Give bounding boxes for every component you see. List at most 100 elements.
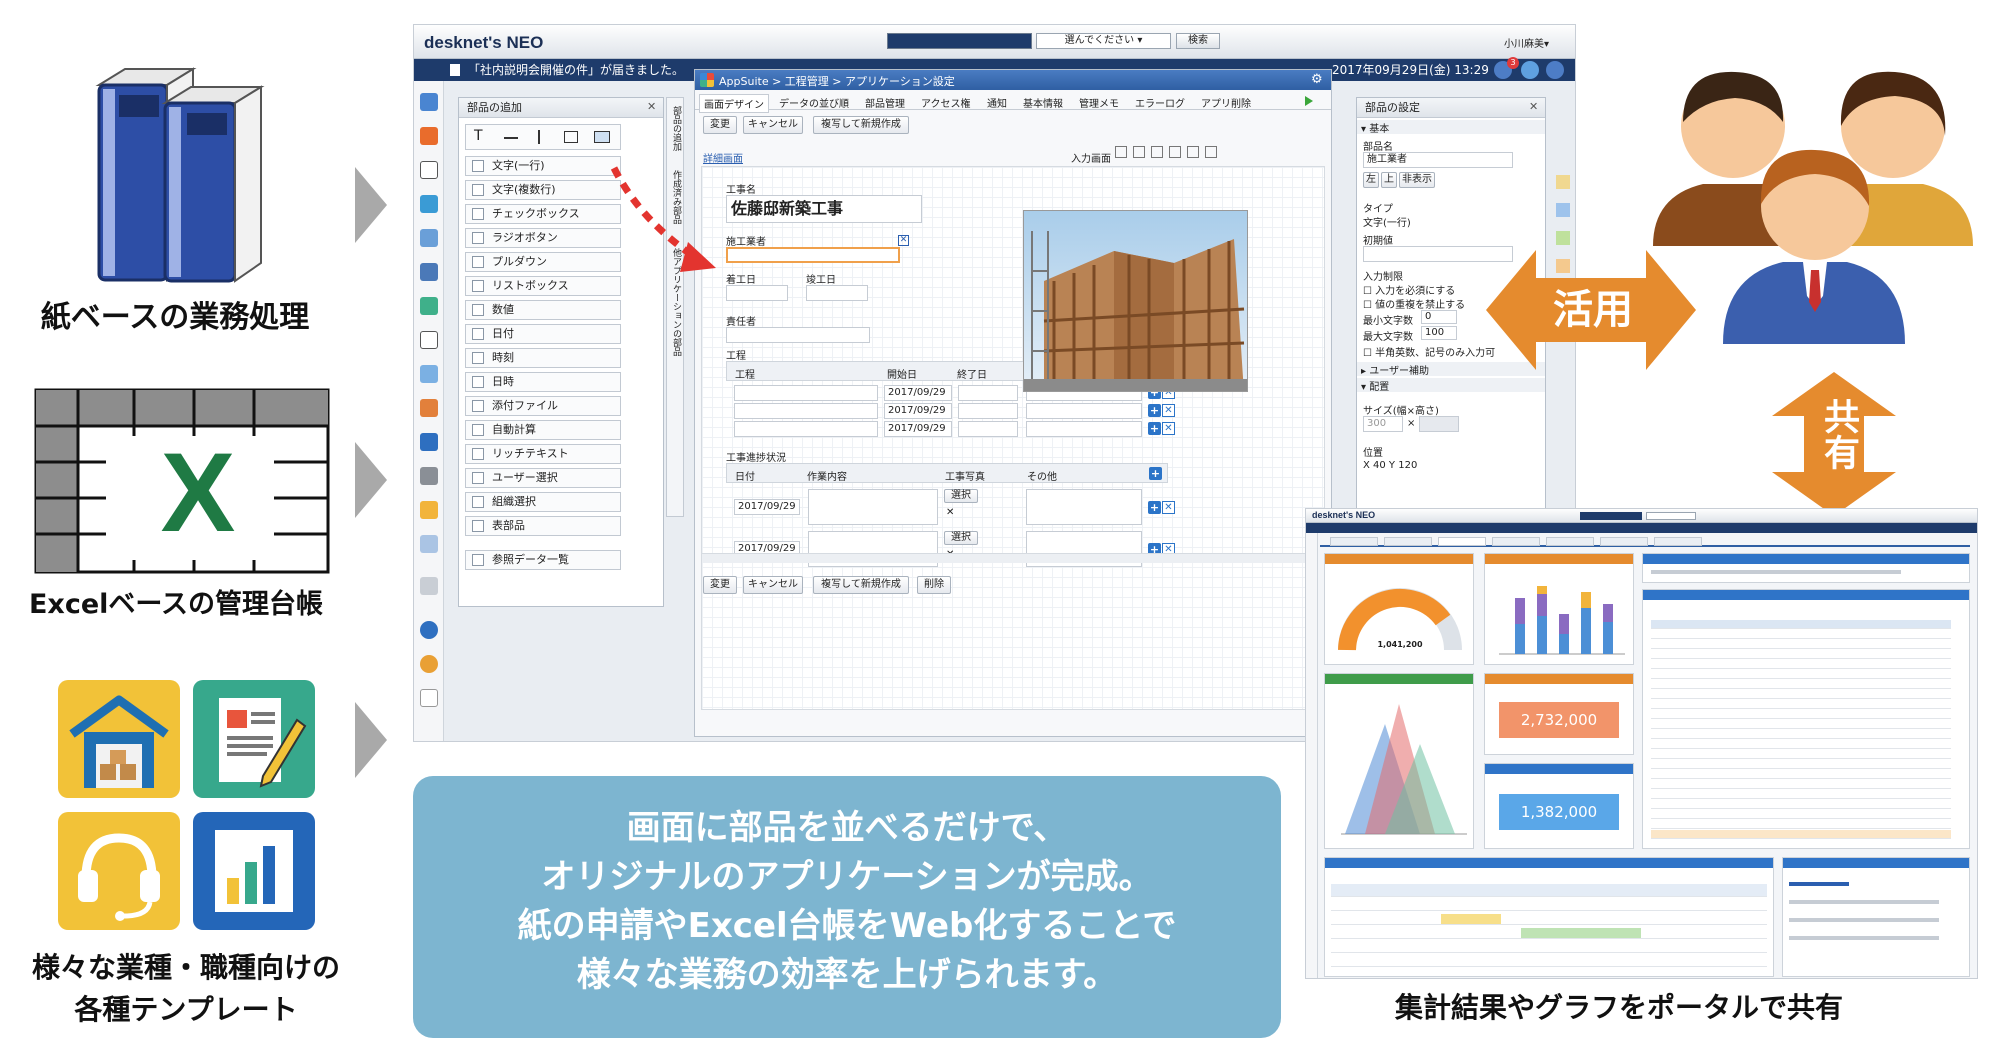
search-select[interactable]: 選んでください ▾ bbox=[1036, 33, 1171, 49]
palette-item[interactable]: 添付ファイル bbox=[465, 396, 621, 416]
delete-button[interactable]: 削除 bbox=[917, 576, 951, 594]
process-end-cell[interactable] bbox=[958, 385, 1018, 401]
hline-tool-icon[interactable] bbox=[504, 137, 518, 139]
manager-field[interactable] bbox=[726, 327, 870, 343]
process-start-cell[interactable]: 2017/09/29 bbox=[884, 421, 952, 437]
portal-tab-3[interactable] bbox=[1438, 537, 1486, 546]
search-button[interactable]: 検索 bbox=[1176, 33, 1220, 49]
portal-search-select[interactable] bbox=[1646, 512, 1696, 520]
props-basic-section[interactable]: ▾ 基本 bbox=[1357, 120, 1545, 135]
change-button-bottom[interactable]: 変更 bbox=[703, 576, 737, 594]
image-tool-icon[interactable] bbox=[594, 131, 610, 143]
placement-section[interactable]: ▾ 配置 bbox=[1357, 378, 1545, 393]
size-width-field[interactable]: 300 bbox=[1363, 416, 1403, 432]
start-date-field[interactable] bbox=[726, 285, 788, 301]
process-start-cell[interactable]: 2017/09/29 bbox=[884, 385, 952, 401]
nav-appsuite-icon[interactable] bbox=[420, 433, 438, 451]
portal-tab-7[interactable] bbox=[1654, 537, 1702, 546]
photo-clear-icon[interactable]: ✕ bbox=[946, 507, 954, 518]
unique-check[interactable]: ☐ 値の重複を禁止する bbox=[1363, 296, 1465, 311]
nav-portal-icon[interactable] bbox=[420, 93, 438, 111]
tab-item[interactable]: アクセス権 bbox=[917, 94, 975, 111]
align-top-button[interactable]: 上 bbox=[1381, 172, 1397, 188]
nav-folder-icon[interactable] bbox=[420, 501, 438, 519]
nav-help-icon[interactable] bbox=[420, 621, 438, 639]
delete-progress-row-icon[interactable]: ✕ bbox=[1162, 501, 1175, 514]
process-end-cell[interactable] bbox=[958, 403, 1018, 419]
nav-calendar-icon[interactable] bbox=[420, 161, 438, 179]
schedule-event[interactable] bbox=[1521, 928, 1641, 938]
palette-item[interactable]: ユーザー選択 bbox=[465, 468, 621, 488]
edge-tab-3[interactable] bbox=[1556, 231, 1570, 245]
palette-item[interactable]: リストボックス bbox=[465, 276, 621, 296]
text-tool-icon[interactable]: T bbox=[474, 128, 483, 144]
process-end-cell[interactable] bbox=[958, 421, 1018, 437]
palette-item[interactable]: 表部品 bbox=[465, 516, 621, 536]
cancel-button-bottom[interactable]: キャンセル bbox=[743, 576, 803, 594]
project-name-field[interactable]: 佐藤邸新築工事 bbox=[726, 195, 922, 223]
portal-search-input[interactable] bbox=[1580, 512, 1642, 520]
nav-manual-icon[interactable] bbox=[420, 689, 438, 707]
portal-tab-5[interactable] bbox=[1546, 537, 1594, 546]
palette-item[interactable]: リッチテキスト bbox=[465, 444, 621, 464]
tab-item[interactable]: アプリ削除 bbox=[1197, 94, 1255, 111]
nav-facility-icon[interactable] bbox=[420, 195, 438, 213]
end-date-field[interactable] bbox=[806, 285, 868, 301]
photo-select-button[interactable]: 選択 bbox=[944, 489, 978, 503]
props-name-field[interactable]: 施工業者 bbox=[1363, 152, 1513, 168]
nav-memo-icon[interactable] bbox=[420, 535, 438, 553]
required-check[interactable]: ☐ 入力を必須にする bbox=[1363, 282, 1455, 297]
process-note-cell[interactable] bbox=[1026, 421, 1142, 437]
copy-new-button[interactable]: 複写して新規作成 bbox=[813, 116, 909, 134]
vline-tool-icon[interactable] bbox=[538, 130, 540, 144]
tab-screen-design[interactable]: 画面デザイン bbox=[699, 94, 769, 113]
palette-item[interactable]: 時刻 bbox=[465, 348, 621, 368]
progress-date-cell[interactable]: 2017/09/29 bbox=[734, 499, 800, 515]
canvas-scrollbar[interactable] bbox=[702, 553, 1324, 563]
align-left-button[interactable]: 左 bbox=[1363, 172, 1379, 188]
layout-tool-4-icon[interactable] bbox=[1169, 146, 1181, 158]
portal-tab-2[interactable] bbox=[1384, 537, 1432, 546]
layout-tool-3-icon[interactable] bbox=[1151, 146, 1163, 158]
progress-other-cell[interactable] bbox=[1026, 489, 1142, 525]
edge-tab-2[interactable] bbox=[1556, 203, 1570, 217]
tab-item[interactable]: データの並び順 bbox=[775, 94, 853, 111]
palette-item[interactable]: 文字(複数行) bbox=[465, 180, 621, 200]
min-length-field[interactable]: 0 bbox=[1421, 310, 1457, 324]
nav-survey-icon[interactable] bbox=[420, 365, 438, 383]
portal-tab-6[interactable] bbox=[1600, 537, 1648, 546]
palette-item[interactable]: 組織選択 bbox=[465, 492, 621, 512]
cancel-button[interactable]: キャンセル bbox=[743, 116, 803, 134]
change-button[interactable]: 変更 bbox=[703, 116, 737, 134]
palette-item[interactable]: 文字(一行) bbox=[465, 156, 621, 176]
nav-mail-icon[interactable] bbox=[420, 229, 438, 247]
notice-text[interactable]: 「社内説明会開催の件」が届きました。 bbox=[468, 59, 684, 81]
search-input[interactable] bbox=[887, 33, 1032, 49]
vtab-add-parts[interactable]: 部品の追加 bbox=[670, 106, 683, 151]
process-note-cell[interactable] bbox=[1026, 403, 1142, 419]
delete-row-icon[interactable]: ✕ bbox=[1162, 422, 1175, 435]
progress-work-cell[interactable] bbox=[808, 489, 938, 525]
tab-item[interactable]: 管理メモ bbox=[1075, 94, 1123, 111]
nav-timecard-icon[interactable] bbox=[420, 399, 438, 417]
gear-icon[interactable]: ⚙ bbox=[1311, 72, 1323, 87]
portal-tab-1[interactable] bbox=[1330, 537, 1378, 546]
layout-tool-5-icon[interactable] bbox=[1187, 146, 1199, 158]
palette-item[interactable]: 日時 bbox=[465, 372, 621, 392]
settings-icon[interactable] bbox=[1546, 61, 1564, 79]
user-menu[interactable]: 小川麻美▾ bbox=[1504, 35, 1549, 50]
tab-item[interactable]: 部品管理 bbox=[861, 94, 909, 111]
nav-circular-icon[interactable] bbox=[420, 297, 438, 315]
box-tool-icon[interactable] bbox=[564, 131, 578, 143]
palette-item[interactable]: 自動計算 bbox=[465, 420, 621, 440]
insert-row-icon[interactable]: + bbox=[1148, 404, 1161, 417]
photo-select-button[interactable]: 選択 bbox=[944, 531, 978, 545]
tab-item[interactable]: 通知 bbox=[983, 94, 1011, 111]
layout-select[interactable]: 入力画面 bbox=[1071, 150, 1111, 165]
portal-tab-4[interactable] bbox=[1492, 537, 1540, 546]
insert-row-icon[interactable]: + bbox=[1148, 422, 1161, 435]
edge-tab-1[interactable] bbox=[1556, 175, 1570, 189]
props-close-icon[interactable]: ✕ bbox=[1529, 101, 1541, 113]
palette-item[interactable]: 数値 bbox=[465, 300, 621, 320]
process-start-cell[interactable]: 2017/09/29 bbox=[884, 403, 952, 419]
